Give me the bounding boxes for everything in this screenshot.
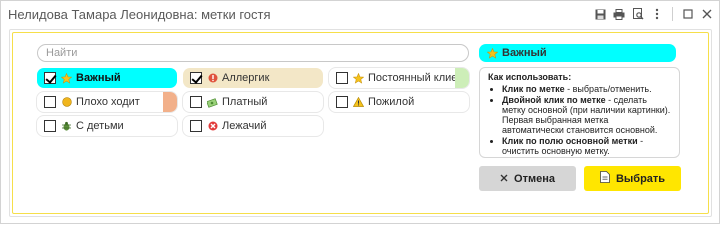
tag-checkbox[interactable] <box>336 96 348 108</box>
help-item: Клик по полю основной метки - очистить о… <box>502 136 671 156</box>
red-x-icon <box>207 121 218 132</box>
tag-elderly[interactable]: Пожилой <box>329 92 469 112</box>
window-tools <box>592 6 719 22</box>
warning-icon <box>353 97 364 108</box>
window-title: Нелидова Тамара Леонидовна: метки гостя <box>8 6 271 22</box>
help-item-text: - выбрать/отменить. <box>564 84 652 94</box>
print-icon[interactable] <box>611 6 627 22</box>
tag-paid[interactable]: Платный <box>183 92 323 112</box>
tag-label: Лежачий <box>222 120 267 132</box>
tag-label: Пожилой <box>368 96 415 108</box>
tag-label: Аллергик <box>222 72 270 84</box>
yellow-circle-icon <box>61 97 72 108</box>
tag-checkbox[interactable] <box>190 72 202 84</box>
bug-icon <box>61 121 72 132</box>
cancel-button[interactable]: Отмена <box>479 166 576 191</box>
tag-walks-poorly[interactable]: Плохо ходит <box>37 92 177 112</box>
tag-allergic[interactable]: Аллергик <box>183 68 323 88</box>
tag-label: Важный <box>76 72 121 84</box>
x-icon <box>500 173 508 185</box>
tag-checkbox[interactable] <box>336 72 348 84</box>
help-box: Как использовать: Клик по метке - выбрат… <box>479 67 680 158</box>
tag-label: Постоянный клиент <box>368 72 469 84</box>
help-item-title: Двойной клик по метке <box>502 95 606 105</box>
tag-with-children[interactable]: С детьми <box>37 116 177 136</box>
select-button[interactable]: Выбрать <box>584 166 681 191</box>
tag-checkbox[interactable] <box>44 72 56 84</box>
tag-label: Платный <box>222 96 268 108</box>
tag-important[interactable]: Важный <box>37 68 177 88</box>
tag-bedridden[interactable]: Лежачий <box>183 116 323 136</box>
help-item: Клик по метке - выбрать/отменить. <box>502 84 671 94</box>
dialog-window: Нелидова Тамара Леонидовна: метки гостя <box>0 0 720 224</box>
help-header: Как использовать: <box>488 72 572 82</box>
main-tag-field[interactable]: Важный <box>479 44 676 62</box>
tag-checkbox[interactable] <box>44 120 56 132</box>
red-circle-icon <box>207 73 218 84</box>
preview-icon[interactable] <box>630 6 646 22</box>
cancel-button-label: Отмена <box>514 172 555 185</box>
tag-checkbox[interactable] <box>44 96 56 108</box>
tag-checkbox[interactable] <box>190 96 202 108</box>
close-icon[interactable] <box>699 6 715 22</box>
money-icon <box>207 97 218 108</box>
restore-icon[interactable] <box>680 6 696 22</box>
help-item: Двойной клик по метке - сделать метку ос… <box>502 95 671 135</box>
help-list: Клик по метке - выбрать/отменить. Двойно… <box>488 84 671 156</box>
search-input[interactable] <box>37 44 469 62</box>
help-item-title: Клик по полю основной метки <box>502 136 638 146</box>
tag-regular-client[interactable]: Постоянный клиент <box>329 68 469 88</box>
main-tag-label: Важный <box>502 47 547 59</box>
tag-checkbox[interactable] <box>190 120 202 132</box>
tag-color-accent <box>455 68 469 88</box>
tag-label: С детьми <box>76 120 124 132</box>
title-bar: Нелидова Тамара Леонидовна: метки гостя <box>1 1 719 27</box>
more-icon[interactable] <box>649 6 665 22</box>
help-item-title: Клик по метке <box>502 84 565 94</box>
tag-color-accent <box>163 92 177 112</box>
document-icon <box>600 171 610 186</box>
toolbar-divider <box>672 7 673 21</box>
star-icon <box>353 72 364 84</box>
tag-label: Плохо ходит <box>76 96 140 108</box>
star-icon <box>61 72 72 84</box>
save-icon[interactable] <box>592 6 608 22</box>
select-button-label: Выбрать <box>615 172 666 185</box>
star-icon <box>487 47 498 59</box>
